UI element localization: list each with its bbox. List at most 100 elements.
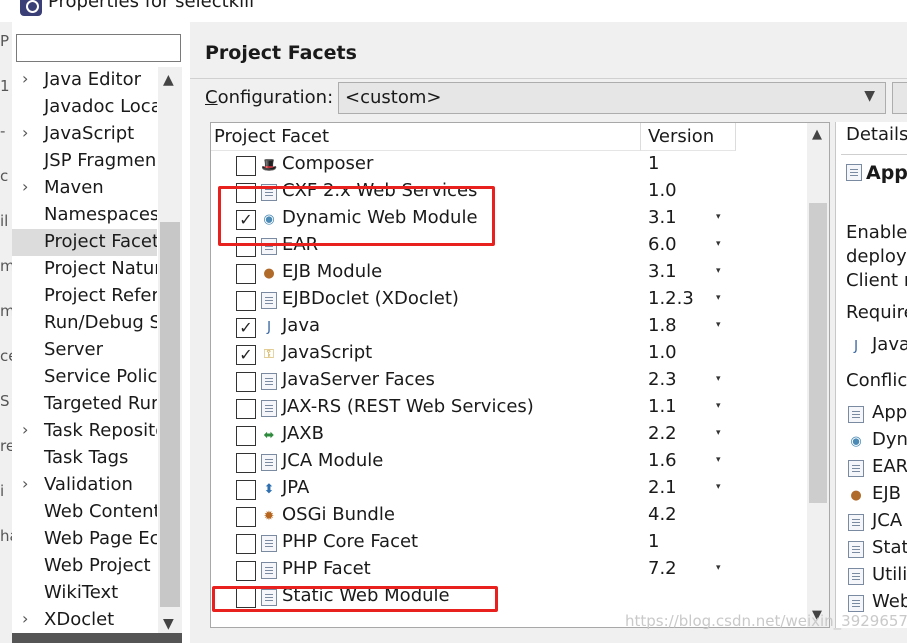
facet-checkbox[interactable] — [236, 183, 256, 203]
nav-item[interactable]: Run/Debug S — [12, 310, 157, 337]
version-dropdown-icon[interactable]: ▾ — [716, 320, 721, 330]
nav-item[interactable]: WikiText — [12, 580, 157, 607]
scroll-up-icon[interactable]: ▲ — [163, 72, 174, 88]
facet-checkbox[interactable] — [236, 291, 256, 311]
version-dropdown-icon[interactable]: ▾ — [716, 428, 721, 438]
facet-version[interactable]: 3.1 — [648, 261, 677, 282]
column-header-project-facet[interactable]: Project Facet — [211, 123, 641, 151]
scroll-up-icon[interactable]: ▲ — [812, 127, 822, 142]
facet-checkbox[interactable] — [236, 237, 256, 257]
facet-checkbox[interactable] — [236, 453, 256, 473]
table-row[interactable]: 🎩 Composer 1 — [211, 152, 807, 179]
background-glyph: m — [0, 257, 12, 275]
facet-checkbox[interactable] — [236, 264, 256, 284]
nav-item[interactable]: Project Natur — [12, 256, 157, 283]
table-scrollbar[interactable]: ▲ ▼ — [807, 123, 829, 627]
configuration-action-button[interactable] — [892, 82, 907, 114]
facet-checkbox[interactable] — [236, 561, 256, 581]
nav-item[interactable]: › XDoclet — [12, 607, 157, 634]
nav-item[interactable]: Namespaces — [12, 202, 157, 229]
column-header-version[interactable]: Version — [641, 123, 736, 151]
document-icon — [848, 541, 864, 558]
table-row[interactable]: JavaServer Faces 2.3 ▾ — [211, 368, 807, 395]
facet-checkbox[interactable] — [236, 156, 256, 176]
scroll-down-icon[interactable]: ▼ — [163, 616, 174, 632]
facet-checkbox[interactable] — [236, 426, 256, 446]
nav-item[interactable]: Service Polici — [12, 364, 157, 391]
expand-arrow-icon[interactable]: › — [22, 474, 28, 493]
facet-checkbox[interactable]: ✓ — [236, 345, 256, 365]
nav-item[interactable]: › Task Reposito — [12, 418, 157, 445]
facet-version[interactable]: 3.1 — [648, 207, 677, 228]
details-tab[interactable]: Details — [846, 124, 907, 145]
version-dropdown-icon[interactable]: ▾ — [716, 239, 721, 249]
version-dropdown-icon[interactable]: ▾ — [716, 455, 721, 465]
expand-arrow-icon[interactable]: › — [22, 420, 28, 439]
table-row[interactable]: EAR 6.0 ▾ — [211, 233, 807, 260]
facet-checkbox[interactable] — [236, 372, 256, 392]
nav-item[interactable]: Javadoc Loca — [12, 94, 157, 121]
facet-checkbox[interactable]: ✓ — [236, 210, 256, 230]
table-row[interactable]: ✓ J Java 1.8 ▾ — [211, 314, 807, 341]
facet-version[interactable]: 2.2 — [648, 423, 677, 444]
table-row[interactable]: JAX-RS (REST Web Services) 1.1 ▾ — [211, 395, 807, 422]
configuration-select[interactable]: <custom> ▼ — [338, 82, 886, 114]
table-row[interactable]: ● EJB Module 3.1 ▾ — [211, 260, 807, 287]
table-row[interactable]: Static Web Module — [211, 584, 807, 611]
facet-version[interactable]: 2.3 — [648, 369, 677, 390]
facet-version[interactable]: 1.2.3 — [648, 288, 694, 309]
table-row[interactable]: PHP Core Facet 1 — [211, 530, 807, 557]
table-row[interactable]: PHP Facet 7.2 ▾ — [211, 557, 807, 584]
table-row[interactable]: ⬍ JPA 2.1 ▾ — [211, 476, 807, 503]
expand-arrow-icon[interactable]: › — [22, 69, 28, 88]
table-row[interactable]: ✓ ⚿ JavaScript 1.0 — [211, 341, 807, 368]
nav-item[interactable]: Server — [12, 337, 157, 364]
details-list-item: EAR — [872, 456, 907, 477]
scroll-thumb[interactable] — [809, 203, 827, 503]
version-dropdown-icon[interactable]: ▾ — [716, 293, 721, 303]
facet-version[interactable]: 1.8 — [648, 315, 677, 336]
facet-version[interactable]: 6.0 — [648, 234, 677, 255]
facet-version[interactable]: 1.6 — [648, 450, 677, 471]
version-dropdown-icon[interactable]: ▾ — [716, 482, 721, 492]
table-row[interactable]: ⬌ JAXB 2.2 ▾ — [211, 422, 807, 449]
version-dropdown-icon[interactable]: ▾ — [716, 563, 721, 573]
nav-item[interactable]: › Java Editor — [12, 67, 157, 94]
expand-arrow-icon[interactable]: › — [22, 177, 28, 196]
nav-scrollbar[interactable]: ▲ ▼ — [158, 67, 182, 637]
facet-checkbox[interactable] — [236, 507, 256, 527]
nav-item[interactable]: Web Project — [12, 553, 157, 580]
facet-checkbox[interactable] — [236, 534, 256, 554]
version-dropdown-icon[interactable]: ▾ — [716, 374, 721, 384]
table-row[interactable]: JCA Module 1.6 ▾ — [211, 449, 807, 476]
nav-item[interactable]: Task Tags — [12, 445, 157, 472]
nav-item[interactable]: Project Facet — [12, 229, 157, 256]
nav-item[interactable]: Web Page Ec — [12, 526, 157, 553]
expand-arrow-icon[interactable]: › — [22, 609, 28, 628]
nav-item[interactable]: Web Content — [12, 499, 157, 526]
nav-item[interactable]: › JavaScript — [12, 121, 157, 148]
facet-checkbox[interactable]: ✓ — [236, 318, 256, 338]
version-dropdown-icon[interactable]: ▾ — [716, 266, 721, 276]
expand-arrow-icon[interactable]: › — [22, 123, 28, 142]
table-row[interactable]: ✓ ◉ Dynamic Web Module 3.1 ▾ — [211, 206, 807, 233]
nav-item[interactable]: › Validation — [12, 472, 157, 499]
table-row[interactable]: EJBDoclet (XDoclet) 1.2.3 ▾ — [211, 287, 807, 314]
nav-item[interactable]: JSP Fragmen — [12, 148, 157, 175]
facet-version[interactable]: 2.1 — [648, 477, 677, 498]
nav-item[interactable]: › Maven — [12, 175, 157, 202]
facet-version[interactable]: 1.1 — [648, 396, 677, 417]
version-dropdown-icon[interactable]: ▾ — [716, 401, 721, 411]
bean-icon: ● — [263, 266, 275, 281]
filter-input[interactable] — [16, 34, 181, 62]
version-dropdown-icon[interactable]: ▾ — [716, 212, 721, 222]
table-row[interactable]: ✹ OSGi Bundle 4.2 — [211, 503, 807, 530]
facet-checkbox[interactable] — [236, 480, 256, 500]
nav-item[interactable]: Targeted Rur — [12, 391, 157, 418]
table-row[interactable]: CXF 2.x Web Services 1.0 — [211, 179, 807, 206]
facet-checkbox[interactable] — [236, 399, 256, 419]
facet-version[interactable]: 7.2 — [648, 558, 677, 579]
scroll-thumb[interactable] — [160, 222, 180, 607]
nav-item[interactable]: Project Refer — [12, 283, 157, 310]
facet-checkbox[interactable] — [236, 588, 256, 608]
